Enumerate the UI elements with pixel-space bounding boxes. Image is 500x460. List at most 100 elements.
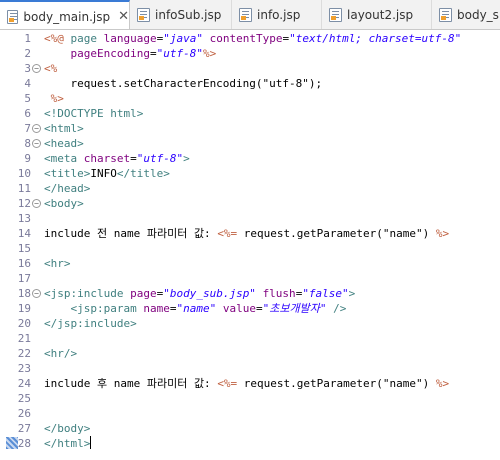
code-token: "false" <box>302 287 349 300</box>
tab-label: body_main.jsp <box>23 9 111 24</box>
code-editor[interactable]: 1 2 3−4 5 6 7−8−9 10 11 12−13 14 15 16 17 18−19 20 21 22… <box>0 31 500 460</box>
code-line: <!DOCTYPE html> <box>44 106 143 121</box>
line-number: 16 <box>17 257 31 270</box>
line-number: 10 <box>17 167 31 180</box>
code-token: = <box>130 152 137 165</box>
line-number: 7 <box>24 122 31 135</box>
code-token: <!DOCTYPE html> <box>44 107 144 120</box>
jsp-file-icon <box>7 9 19 24</box>
line-number: 23 <box>17 362 31 375</box>
code-token: value <box>222 302 256 315</box>
code-token: name <box>143 302 170 315</box>
code-line: pageEncoding="utf-8"%> <box>44 46 217 61</box>
code-token: %> <box>202 47 217 60</box>
line-number: 28 <box>17 437 31 450</box>
code-token: </head> <box>44 182 91 195</box>
code-token: request.getParameter("name") <box>237 227 436 240</box>
line-number: 20 <box>17 317 31 330</box>
code-line: request.setCharacterEncoding("utf-8"); <box>44 76 322 91</box>
line-number: 14 <box>17 227 31 240</box>
code-token: <hr/> <box>44 347 78 360</box>
code-token: include 전 name 파라미터 값: <box>44 227 218 240</box>
code-token: flush <box>262 287 296 300</box>
code-token: charset <box>83 152 131 165</box>
line-number: 18 <box>17 287 31 300</box>
code-token: </body> <box>44 422 91 435</box>
code-token: include 후 name 파라미터 값: <box>44 377 218 390</box>
fold-collapse-icon[interactable]: − <box>32 139 41 148</box>
jsp-file-icon <box>239 8 252 22</box>
text-caret <box>90 436 92 449</box>
code-line: <hr/> <box>44 346 77 361</box>
line-number: 27 <box>17 422 31 435</box>
code-token: <head> <box>44 137 84 150</box>
code-line: <head> <box>44 136 84 151</box>
line-number: 25 <box>17 392 31 405</box>
line-number: 12 <box>17 197 31 210</box>
code-token: /> <box>326 302 347 315</box>
fold-collapse-icon[interactable]: − <box>32 64 41 73</box>
tab-layout2-jsp[interactable]: layout2.jsp <box>322 0 432 29</box>
tab-label: body_s <box>457 8 499 22</box>
code-token: %> <box>435 227 450 240</box>
fold-collapse-icon[interactable]: − <box>32 124 41 133</box>
code-area[interactable]: <%@ page language = "java" contentType = "te… <box>44 31 500 460</box>
code-token: request.getParameter("name") <box>237 377 436 390</box>
code-line: <% <box>44 61 57 76</box>
code-token: > <box>183 152 190 165</box>
code-line: <meta charset="utf-8"> <box>44 151 190 166</box>
close-tab-icon[interactable]: ✕ <box>118 10 129 23</box>
code-token: "java" <box>163 32 203 45</box>
code-token: </html> <box>44 437 91 450</box>
code-token: <% <box>44 62 58 75</box>
code-token: <title> <box>44 167 91 180</box>
code-token: request.setCharacterEncoding("utf-8"); <box>44 77 323 90</box>
code-token: "name" <box>176 302 217 315</box>
tab-body-main-jsp[interactable]: body_main.jsp ✕ <box>0 0 130 29</box>
line-number: 21 <box>17 332 31 345</box>
tab-infosub-jsp[interactable]: infoSub.jsp <box>130 0 232 29</box>
code-token: "text/html; charset=utf-8" <box>289 32 462 45</box>
code-line: %> <box>44 91 64 106</box>
tab-label: infoSub.jsp <box>155 8 222 22</box>
line-number: 6 <box>24 107 31 120</box>
code-token: "utf-8" <box>156 47 203 60</box>
code-line: include 후 name 파라미터 값: <%= request.getPa… <box>44 376 449 391</box>
fold-collapse-icon[interactable]: − <box>32 199 41 208</box>
tab-label: info.jsp <box>257 8 301 22</box>
code-token: <html> <box>44 122 84 135</box>
line-number: 11 <box>17 182 31 195</box>
editor-tab-bar: body_main.jsp ✕ infoSub.jsp info.jsp layout2… <box>0 0 500 30</box>
code-token: %> <box>435 377 450 390</box>
jsp-file-icon <box>137 8 150 22</box>
jsp-file-icon <box>439 8 452 22</box>
code-line: include 전 name 파라미터 값: <%= request.getPa… <box>44 226 449 241</box>
line-number: 3 <box>24 62 31 75</box>
tab-info-jsp[interactable]: info.jsp <box>232 0 322 29</box>
code-line: </head> <box>44 181 90 196</box>
code-line: <body> <box>44 196 84 211</box>
code-token: %> <box>44 92 64 105</box>
tab-body-s[interactable]: body_s <box>432 0 500 29</box>
line-number: 15 <box>17 242 31 255</box>
code-token: "body_sub.jsp" <box>163 287 256 300</box>
code-line: <html> <box>44 121 84 136</box>
code-token: = <box>149 47 157 60</box>
code-line: <%@ page language="java" contentType="te… <box>44 31 461 46</box>
code-line: </html> <box>44 436 92 451</box>
jsp-file-icon <box>329 8 342 22</box>
code-token: </title> <box>116 167 170 180</box>
code-token: <%= <box>217 377 238 390</box>
code-token: contentType <box>209 32 283 45</box>
code-token: <%= <box>217 227 238 240</box>
line-number: 19 <box>17 302 31 315</box>
fold-collapse-icon[interactable]: − <box>32 289 41 298</box>
line-number: 8 <box>24 137 31 150</box>
line-number: 17 <box>17 272 31 285</box>
line-number-gutter: 1 2 3−4 5 6 7−8−9 10 11 12−13 14 15 16 17 18−19 20 21 22… <box>0 31 42 460</box>
code-token: = <box>255 302 263 315</box>
code-line: <title>INFO</title> <box>44 166 170 181</box>
